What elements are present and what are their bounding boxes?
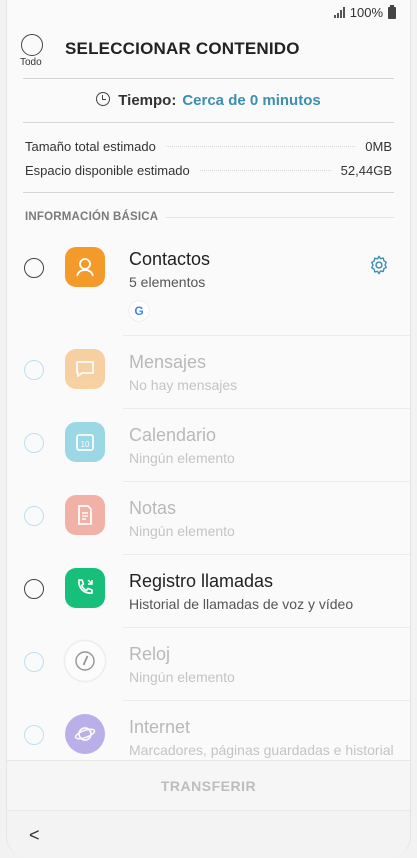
battery-percent: 100%: [349, 5, 383, 20]
list-item-clock[interactable]: Reloj Ningún elemento: [7, 628, 410, 701]
time-value: Cerca de 0 minutos: [182, 92, 321, 109]
item-name: Reloj: [129, 644, 171, 664]
item-sub: Ningún elemento: [129, 669, 235, 685]
signal-icon: [333, 7, 345, 18]
gear-icon[interactable]: [368, 254, 390, 276]
list-item-notes[interactable]: Notas Ningún elemento: [7, 482, 410, 555]
list-item-contacts[interactable]: Contactos 5 elementos G: [7, 232, 410, 336]
navigation-bar: <: [7, 810, 410, 858]
header-divider: [23, 78, 394, 79]
item-name: Calendario: [129, 425, 217, 445]
call-log-checkbox[interactable]: [24, 579, 44, 599]
clock-app-icon: [65, 641, 105, 681]
item-sub: Historial de llamadas de voz y vídeo: [129, 596, 354, 612]
messages-checkbox[interactable]: [24, 360, 44, 380]
item-name: Internet: [129, 717, 191, 737]
clock-icon: [96, 92, 111, 106]
item-name: Contactos: [129, 249, 211, 269]
item-sub: 5 elementos: [129, 274, 206, 290]
item-sub: Marcadores, páginas guardadas e historia…: [129, 742, 394, 758]
estimate-divider: [23, 192, 394, 193]
calendar-icon: 10: [65, 422, 105, 462]
list-item-calendar[interactable]: 10 Calendario Ningún elemento: [7, 409, 410, 482]
back-icon[interactable]: <: [29, 825, 40, 846]
free-space-value: 52,44GB: [340, 163, 392, 178]
page-title: SELECCIONAR CONTENIDO: [65, 39, 300, 58]
transfer-button[interactable]: TRANSFERIR: [161, 778, 256, 794]
item-name: Mensajes: [129, 352, 207, 372]
notes-icon: [65, 495, 105, 535]
phone-screen: 100% Todo SELECCIONAR CONTENIDO Tiempo: C…: [6, 0, 411, 858]
select-all-label: Todo: [20, 57, 42, 68]
bottom-bar: TRANSFERIR: [7, 760, 410, 810]
total-size-row: Tamaño total estimado 0MB: [25, 139, 392, 154]
item-sub: Ningún elemento: [129, 450, 235, 466]
select-all-checkbox[interactable]: [21, 34, 43, 56]
contacts-checkbox[interactable]: [24, 258, 44, 278]
messages-icon: [65, 349, 105, 389]
svg-text:10: 10: [81, 440, 90, 449]
section-header: INFORMACIÓN BÁSICA: [25, 211, 394, 223]
time-estimate: Tiempo: Cerca de 0 minutos: [7, 92, 410, 109]
section-title: INFORMACIÓN BÁSICA: [25, 211, 159, 223]
item-sub: No hay mensajes: [129, 377, 238, 393]
time-divider: [23, 122, 394, 123]
free-space-row: Espacio disponible estimado 52,44GB: [25, 163, 392, 178]
battery-icon: [388, 4, 396, 19]
list-item-messages[interactable]: Mensajes No hay mensajes: [7, 336, 410, 409]
contacts-icon: [65, 247, 105, 287]
item-name: Registro llamadas: [129, 571, 274, 591]
status-bar: 100%: [7, 0, 410, 28]
item-name: Notas: [129, 498, 177, 518]
header: Todo SELECCIONAR CONTENIDO: [7, 30, 410, 72]
free-space-label: Espacio disponible estimado: [25, 163, 190, 178]
internet-checkbox[interactable]: [24, 725, 44, 745]
clock-checkbox[interactable]: [24, 652, 44, 672]
list-item-call-log[interactable]: Registro llamadas Historial de llamadas …: [7, 555, 410, 628]
total-size-value: 0MB: [365, 139, 392, 154]
google-account-icon: G: [129, 301, 149, 321]
item-sub: Ningún elemento: [129, 523, 235, 539]
total-size-label: Tamaño total estimado: [25, 139, 156, 154]
internet-icon: [65, 714, 105, 754]
call-log-icon: [65, 568, 105, 608]
calendar-checkbox[interactable]: [24, 433, 44, 453]
notes-checkbox[interactable]: [24, 506, 44, 526]
time-label: Tiempo:: [118, 92, 177, 109]
